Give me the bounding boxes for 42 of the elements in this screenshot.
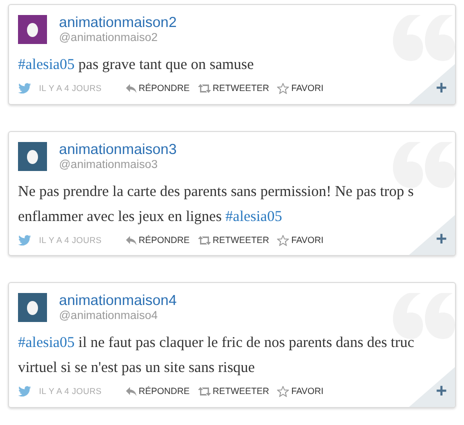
user-name[interactable]: animationmaison4 (59, 293, 177, 309)
reply-arrow-icon (126, 84, 137, 94)
retweet-icon (198, 236, 211, 245)
user-handle: @animationmaiso4 (59, 309, 159, 323)
tweet-text: #alesia05 pas grave tant que on samuse (18, 56, 255, 75)
retweet-icon (198, 84, 211, 94)
bird-icon (18, 386, 31, 398)
reply-button[interactable]: RÉPONDRE (126, 234, 190, 247)
favorite-button[interactable]: FAVORI (277, 385, 324, 398)
expand-button[interactable]: + (436, 382, 447, 400)
hashtag-link[interactable]: #alesia05 (18, 335, 75, 351)
avatar[interactable] (18, 142, 47, 170)
quote-mark-icon (393, 293, 455, 339)
reply-button[interactable]: RÉPONDRE (126, 385, 190, 398)
tweet-text: Ne pas prendre la carte des parents sans permission! Ne pas trop s enflammer avec les jeux en lignes #alesia05 (18, 182, 415, 226)
expand-button[interactable]: + (436, 80, 447, 98)
hashtag-link[interactable]: #alesia05 (18, 57, 75, 73)
user-name[interactable]: animationmaison2 (59, 15, 177, 31)
user-handle: @animationmaiso3 (59, 158, 159, 172)
reply-arrow-icon (126, 387, 137, 396)
star-icon (277, 83, 290, 94)
bird-icon (18, 83, 31, 94)
star-icon (277, 386, 290, 398)
quote-mark-icon (393, 15, 455, 61)
tweet-text: #alesia05 il ne faut pas claquer le fric de nos parents dans des truc virtuel si se n'est pas un site sans risque (18, 334, 416, 378)
hashtag-link[interactable]: #alesia05 (225, 208, 282, 224)
star-icon (277, 234, 290, 246)
favorite-button[interactable]: FAVORI (277, 82, 324, 96)
reply-arrow-icon (126, 236, 137, 245)
user-name[interactable]: animationmaison3 (59, 142, 177, 158)
retweet-button[interactable]: RETWEETER (198, 234, 270, 247)
reply-button[interactable]: RÉPONDRE (126, 82, 190, 96)
quote-mark-icon (393, 142, 455, 188)
avatar[interactable] (18, 15, 47, 44)
expand-button[interactable]: + (436, 231, 447, 249)
retweet-icon (198, 387, 211, 396)
user-handle: @animationmaiso2 (59, 31, 159, 45)
avatar[interactable] (18, 293, 47, 322)
favorite-button[interactable]: FAVORI (277, 234, 324, 247)
retweet-button[interactable]: RETWEETER (198, 385, 270, 398)
retweet-button[interactable]: RETWEETER (198, 82, 270, 96)
bird-icon (18, 234, 31, 246)
